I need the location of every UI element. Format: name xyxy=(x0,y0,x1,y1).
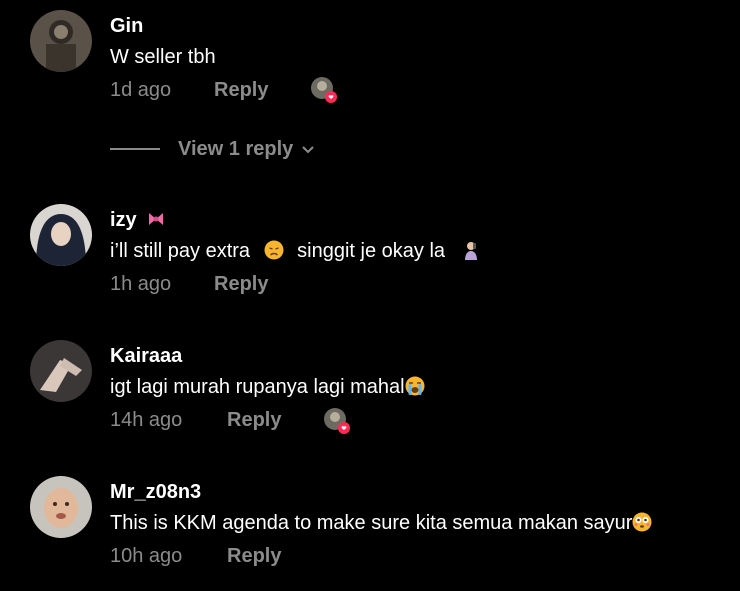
comments-panel: Gin W seller tbh 1d ago Reply View 1 rep… xyxy=(0,0,740,591)
reply-button[interactable]: Reply xyxy=(227,408,281,432)
comment-text: W seller tbh xyxy=(110,46,216,68)
comment-username[interactable]: Gin xyxy=(110,14,143,38)
creator-liked-badge-icon xyxy=(323,407,351,435)
view-replies-label: View 1 reply xyxy=(178,137,294,160)
avatar[interactable] xyxy=(30,10,92,72)
comment-meta: 1h ago Reply xyxy=(110,272,268,296)
username-text: izy xyxy=(110,209,137,231)
comment-text-part: i’ll still pay extra xyxy=(110,240,251,262)
reply-button[interactable]: Reply xyxy=(227,544,281,568)
chevron-down-icon xyxy=(302,146,314,154)
view-replies-button[interactable]: View 1 reply xyxy=(110,136,315,162)
comment-username[interactable]: Kairaaa xyxy=(110,344,182,368)
comment-text: This is KKM agenda to make sure kita sem… xyxy=(110,511,652,535)
comment-meta: 10h ago Reply xyxy=(110,544,281,568)
avatar[interactable] xyxy=(30,340,92,402)
comment-username[interactable]: izy xyxy=(110,208,166,232)
comment-text-part: singgit je okay la xyxy=(297,240,446,262)
comment-text-part: This is KKM agenda to make sure kita sem… xyxy=(110,512,633,534)
creator-liked-badge-icon xyxy=(310,76,338,104)
comment-timestamp: 14h ago xyxy=(110,409,183,431)
comment-text-part: igt lagi murah rupanya lagi mahal xyxy=(110,376,405,398)
crying-face-emoji xyxy=(405,376,425,396)
comment-meta: 1d ago Reply xyxy=(110,78,268,102)
disappointed-face-emoji xyxy=(264,240,284,260)
divider-line xyxy=(110,148,160,150)
avatar[interactable] xyxy=(30,204,92,266)
flushed-face-emoji xyxy=(632,512,652,532)
reply-button[interactable]: Reply xyxy=(214,272,268,296)
comment-text: igt lagi murah rupanya lagi mahal xyxy=(110,375,425,399)
avatar[interactable] xyxy=(30,476,92,538)
comment-timestamp: 1d ago xyxy=(110,79,172,101)
comment-text: i’ll still pay extra singgit je okay la xyxy=(110,239,481,263)
reply-button[interactable]: Reply xyxy=(214,78,268,102)
comment-username[interactable]: Mr_z08n3 xyxy=(110,480,201,504)
comment-timestamp: 1h ago xyxy=(110,273,172,295)
comment-timestamp: 10h ago xyxy=(110,545,183,567)
comment-meta: 14h ago Reply xyxy=(110,408,281,432)
pink-ribbon-emoji xyxy=(146,209,166,229)
woman-on-phone-emoji xyxy=(461,240,481,260)
